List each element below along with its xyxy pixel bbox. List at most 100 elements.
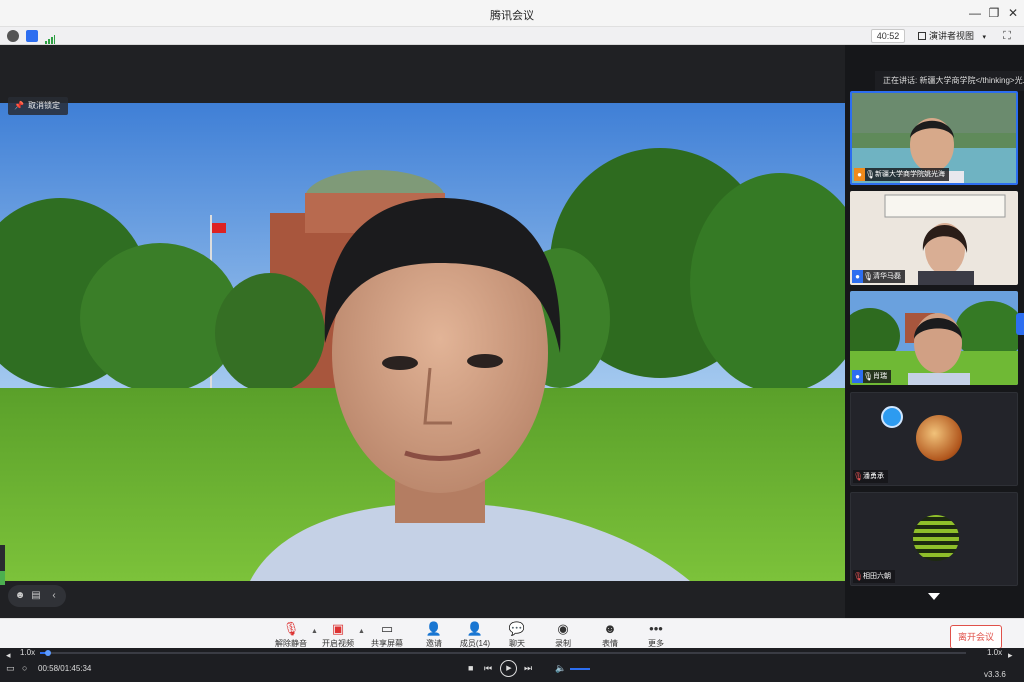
view-label: 演讲者视图 [929,31,975,41]
record-icon: ◉ [557,621,569,636]
speaker-video-feed [0,103,845,581]
share-screen-label: 共享屏幕 [371,639,403,648]
participant-name: 相田六朝 [863,573,891,580]
mic-on-icon: 🎙 [863,272,874,281]
speaking-ring-icon [881,406,903,428]
forward-icon[interactable]: ▸ [1008,648,1013,662]
participant-avatar [913,515,959,561]
info-icon[interactable] [7,30,19,42]
invite-button[interactable]: 👤 邀请 [412,621,456,649]
participant-name: 潘勇承 [863,473,884,480]
seek-bar-knob[interactable] [45,650,52,656]
leave-meeting-button[interactable]: 离开会议 [950,625,1002,648]
volume-slider[interactable] [570,668,590,670]
title-bar: 腾讯会议 — ❐ ✕ [0,0,1024,27]
mic-muted-icon: 🎙 [853,572,864,581]
playback-speed-right[interactable]: 1.0x [987,648,1002,657]
invite-label: 邀请 [426,639,442,648]
fullscreen-icon[interactable]: ⛶ [1000,29,1014,43]
participant-tile[interactable]: ● 🎙新疆大学商学院姚光海 [850,91,1018,185]
main-video: 📌取消锁定 ☻ ▤ ‹ SS 中 °, ☺ 🎤 ⌨ ☺ ▼ ▦ [0,45,845,618]
restore-button[interactable]: ❐ [985,4,1003,22]
grid-view-icon [918,32,926,40]
start-video-button[interactable]: ▣ 开启视频 [316,621,360,649]
participant-tile[interactable]: 🎙潘勇承 [850,392,1018,486]
mic-muted-icon: 🎙 [853,472,864,481]
mic-on-icon: 🎙 [863,372,874,381]
play-button[interactable]: ▶ [500,660,517,677]
start-video-label: 开启视频 [322,639,354,648]
meeting-window: 腾讯会议 — ❐ ✕ 40:52 演讲者视图 ▾ ⛶ 📌 取消锁定 ☻ ▤ ‹ … [0,0,1024,682]
mic-on-icon: 🎙 [865,170,876,179]
shield-icon[interactable] [26,30,38,42]
participant-tile[interactable]: 🎙相田六朝 [850,492,1018,586]
rewind-icon[interactable]: ◂ [6,648,11,662]
chevron-left-icon[interactable]: ‹ [48,590,60,602]
meeting-toolbar: 🎙 解除静音 ▲ ▣ 开启视频 ▲ ▭ 共享屏幕 👤 邀请 👤 成员(14) 💬… [0,618,1024,648]
more-label: 更多 [648,639,664,648]
participant-tile[interactable]: ● 🎙肖瑞 [850,291,1018,385]
video-controls-pill: ☻ ▤ ‹ [8,585,66,607]
more-icon: ••• [649,621,663,636]
reactions-button[interactable]: ☻ 表情 [588,621,632,649]
participant-name: 新疆大学商学院姚光海 [875,171,945,178]
next-icon[interactable]: ⏭ [524,661,532,675]
chat-button[interactable]: 💬 聊天 [495,621,539,649]
video-options-caret-icon[interactable]: ▲ [358,628,365,635]
emoji-icon: ☻ [603,621,617,636]
minimize-button[interactable]: — [966,4,984,22]
user-icon: ● [852,270,863,283]
chevron-down-icon: ▾ [982,34,987,41]
participant-tile[interactable]: ● 🎙清华马磊 [850,191,1018,285]
unpin-button[interactable]: 📌 取消锁定 [8,97,68,115]
chat-icon: 💬 [508,621,526,636]
chat-label: 聊天 [509,639,525,648]
playlist-icon[interactable]: ▭ [6,661,15,675]
window-title: 腾讯会议 [490,10,534,22]
stop-icon[interactable]: ■ [468,661,473,675]
more-button[interactable]: ••• 更多 [634,621,678,649]
user-icon: ● [852,370,863,383]
volume-icon[interactable]: 🔈 [555,661,566,675]
mic-muted-icon: 🎙 [282,621,300,636]
host-user-icon: ● [854,168,865,181]
meeting-info-bar: 40:52 演讲者视图 ▾ ⛶ [0,27,1024,45]
volume-level-indicator [0,545,5,585]
playback-time: 00:58/01:45:34 [38,664,92,673]
participant-sidebar: 正在讲话: 新疆大学商学院</thinking>光... ● 🎙新疆大学商学院姚光… [845,45,1024,618]
playback-bar: ◂ 1.0x 1.0x ▸ ▭ ○ 00:58/01:45:34 ■ ⏮ ▶ ⏭… [0,648,1024,682]
collapse-sidebar-handle[interactable] [1016,313,1024,335]
meeting-timer: 40:52 [871,29,905,43]
unmute-button[interactable]: 🎙 解除静音 [269,621,313,649]
campus-background-image [0,103,845,581]
subtitle-icon[interactable]: ▤ [30,590,42,602]
playback-speed-left[interactable]: 1.0x [20,648,35,657]
participant-name-tag: ● 🎙清华马磊 [852,270,905,283]
seek-bar[interactable] [40,650,966,656]
signal-icon[interactable] [45,31,55,44]
participant-name-tag: 🎙相田六朝 [853,570,895,583]
participant-name-tag: ● 🎙肖瑞 [852,370,891,383]
record-label: 录制 [555,639,571,648]
share-screen-icon: ▭ [380,621,394,636]
participant-name: 清华马磊 [873,273,901,280]
share-screen-button[interactable]: ▭ 共享屏幕 [365,621,409,649]
unpin-label: 取消锁定 [27,101,60,110]
reactions-label: 表情 [602,639,618,648]
previous-icon[interactable]: ⏮ [484,661,492,675]
close-button[interactable]: ✕ [1004,4,1022,22]
volume-level-fill [0,571,5,585]
record-button[interactable]: ◉ 录制 [541,621,585,649]
emoji-icon[interactable]: ☻ [14,590,26,602]
loop-icon[interactable]: ○ [22,661,27,675]
members-button[interactable]: 👤 成员(14) [453,621,497,649]
participant-name-tag: ● 🎙新疆大学商学院姚光海 [854,168,949,181]
participant-name-tag: 🎙潘勇承 [853,470,888,483]
add-user-icon: 👤 [425,621,443,636]
view-switch-button[interactable]: 演讲者视图 ▾ [918,29,986,43]
video-off-icon: ▣ [331,621,345,636]
participant-avatar [916,415,962,461]
scroll-down-icon[interactable] [928,593,940,600]
version-label: v3.3.6 [984,670,1006,679]
members-icon: 👤 [466,621,484,636]
